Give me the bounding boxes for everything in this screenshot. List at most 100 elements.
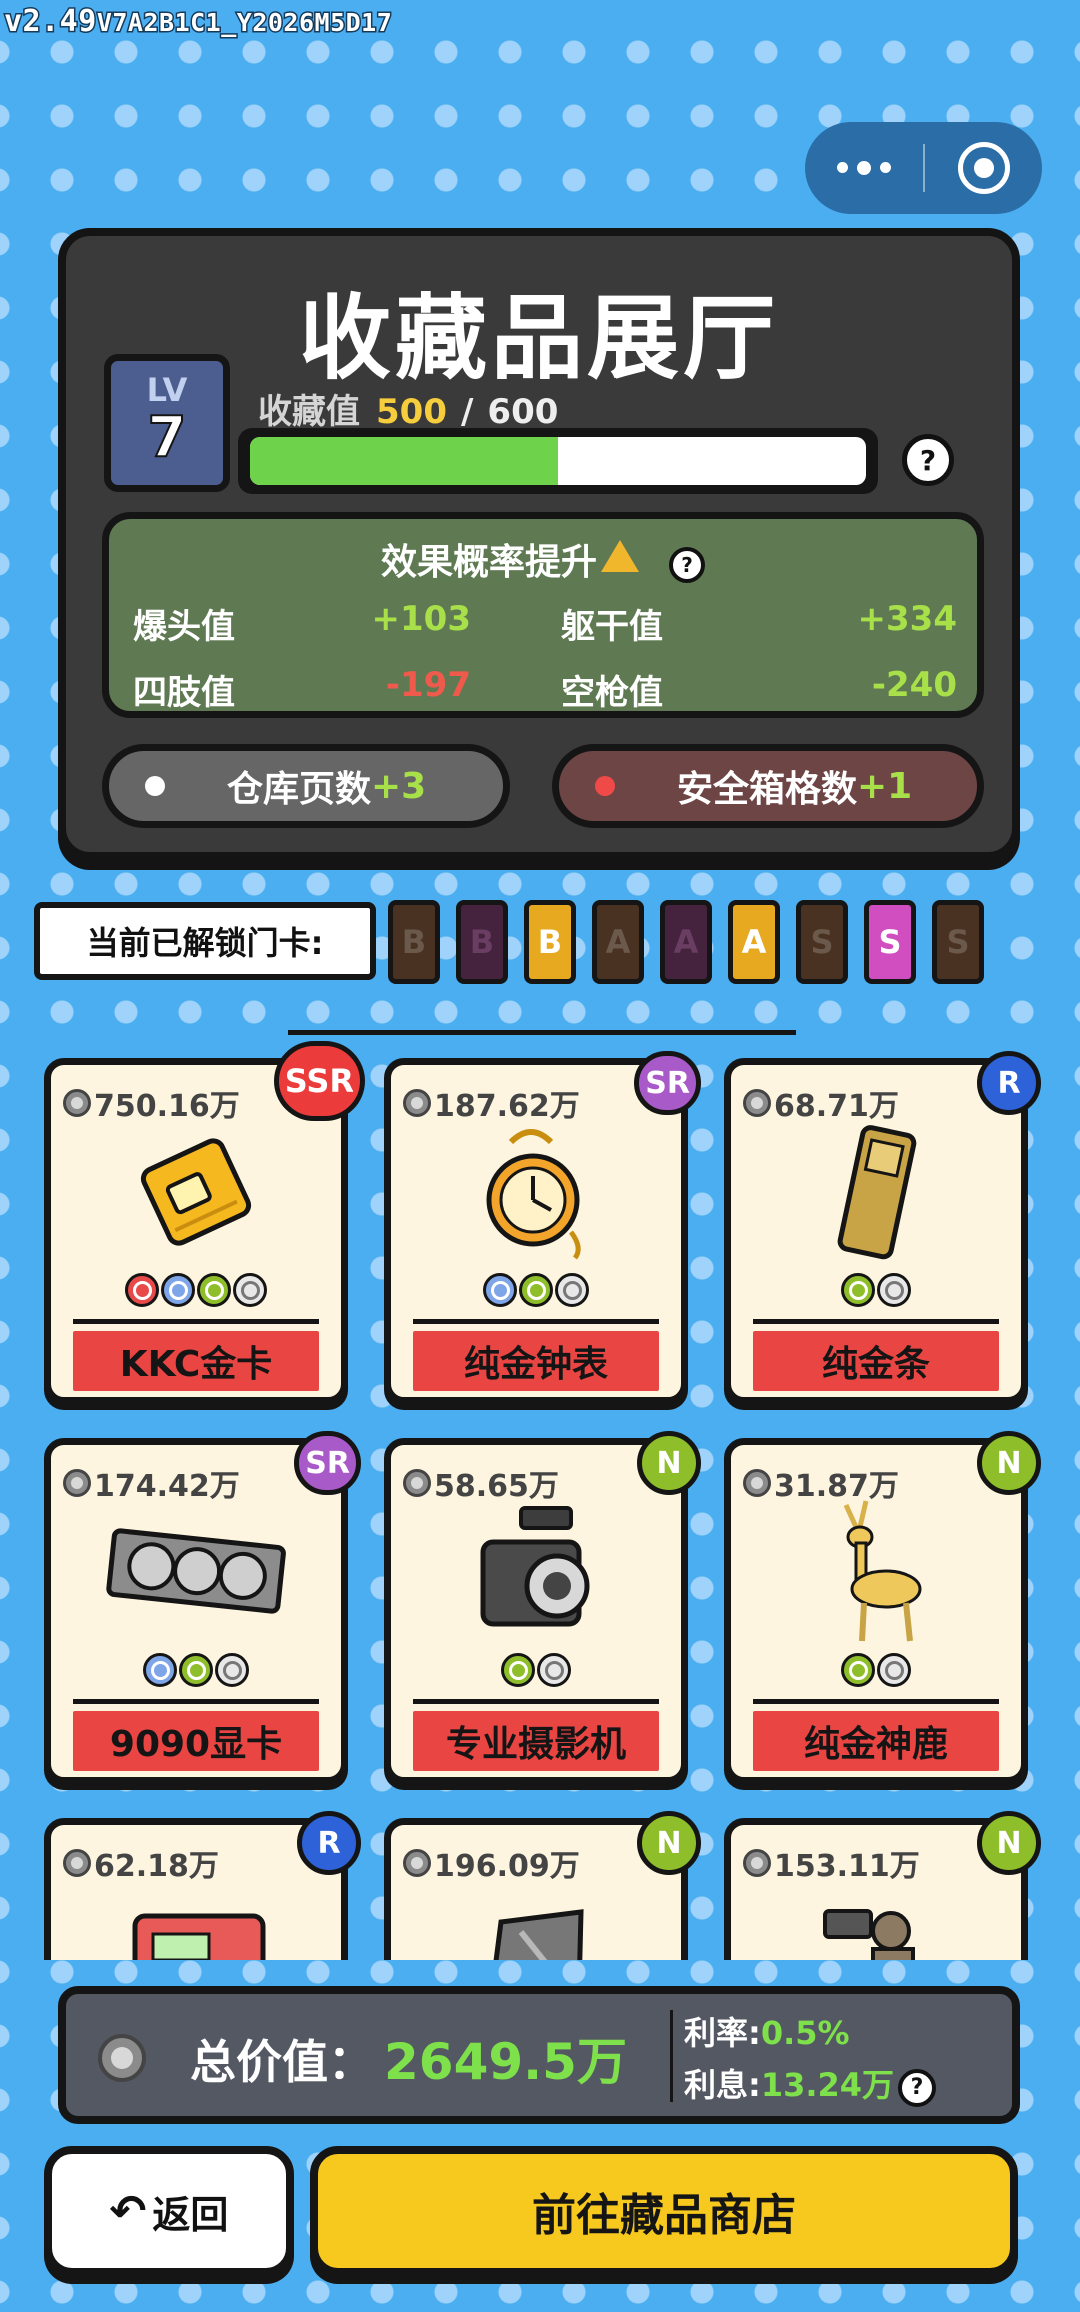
item-card[interactable]: 31.87万 N 纯金神鹿 <box>724 1431 1041 1784</box>
red-device-icon <box>51 1881 341 1960</box>
green-gem-icon <box>841 1653 875 1687</box>
coin-icon <box>743 1089 771 1117</box>
divider-line <box>288 1030 796 1035</box>
white-dot-icon <box>145 776 165 796</box>
coin-icon <box>743 1469 771 1497</box>
more-menu-icon[interactable] <box>805 160 923 175</box>
laptop-icon <box>391 1881 681 1960</box>
total-value-bar: 总价值： 2649.5万 利率:0.5% 利息:13.24万? <box>58 1986 1020 2124</box>
item-name: 纯金钟表 <box>413 1331 659 1391</box>
item-value: 62.18万 <box>63 1841 219 1885</box>
camera-statue-icon <box>731 1881 1021 1960</box>
rarity-badge: N <box>637 1431 701 1495</box>
storage-pages-pill: 仓库页数 +3 <box>102 744 510 828</box>
coin-icon <box>403 1849 431 1877</box>
white-gem-icon <box>555 1273 589 1307</box>
keycard-a: A <box>660 900 712 984</box>
item-card[interactable]: 62.18万 R <box>44 1811 361 1960</box>
item-value: 187.62万 <box>403 1081 580 1125</box>
item-card[interactable]: 750.16万 SSR KKC金卡 <box>44 1041 365 1404</box>
green-gem-icon <box>179 1653 213 1687</box>
item-value: 174.42万 <box>63 1461 240 1505</box>
item-card[interactable]: 58.65万 N 专业摄影机 <box>384 1431 701 1784</box>
red-gem-icon <box>125 1273 159 1307</box>
torso-value: +334 <box>857 599 957 639</box>
unlocked-keycards-label: 当前已解锁门卡: <box>34 902 376 980</box>
effect-help-icon[interactable]: ? <box>669 547 705 583</box>
item-card[interactable]: 153.11万 N <box>724 1811 1041 1960</box>
item-value: 68.71万 <box>743 1081 899 1125</box>
item-card[interactable]: 187.62万 SR 纯金钟表 <box>384 1051 701 1404</box>
gold-deer-icon <box>731 1500 1021 1643</box>
collection-grid[interactable]: 750.16万 SSR KKC金卡 187.62万 SR 纯金钟表 68.71万 R 纯金条 17… <box>0 1040 1080 1960</box>
keycard-a: A <box>728 900 780 984</box>
headshot-value: +103 <box>371 599 471 639</box>
white-gem-icon <box>215 1653 249 1687</box>
keycard-s: S <box>932 900 984 984</box>
total-divider <box>670 2010 673 2102</box>
version-label: v2.49V7A2B1C1_Y2026M5D17 <box>3 3 394 41</box>
attribute-gems <box>51 1653 341 1687</box>
collection-hall-panel: 收藏品展厅 LV 7 收藏值 500/600 ? 效果概率提升? 爆头值 +103… <box>58 228 1020 860</box>
go-to-shop-button[interactable]: 前往藏品商店 <box>310 2146 1018 2276</box>
coin-icon <box>63 1849 91 1877</box>
collection-help-icon[interactable]: ? <box>902 434 954 486</box>
interest-help-icon[interactable]: ? <box>898 2068 937 2107</box>
interest-value: 13.24万 <box>760 2066 895 2104</box>
attribute-gems <box>731 1273 1021 1307</box>
coin-icon <box>403 1469 431 1497</box>
rarity-badge: SR <box>294 1431 361 1495</box>
attribute-gems <box>391 1653 681 1687</box>
keycard-b: B <box>388 900 440 984</box>
total-value: 2649.5万 <box>384 2033 627 2091</box>
headshot-label: 爆头值 <box>133 607 235 647</box>
keycard-b: B <box>456 900 508 984</box>
rate-value: 0.5% <box>760 2014 850 2052</box>
torso-label: 躯干值 <box>561 607 663 647</box>
rarity-badge: SSR <box>273 1041 365 1121</box>
keycard-b: B <box>524 900 576 984</box>
green-gem-icon <box>197 1273 231 1307</box>
item-card[interactable]: 174.42万 SR 9090显卡 <box>44 1431 361 1784</box>
miss-label: 空枪值 <box>561 673 663 713</box>
collection-max: 600 <box>487 392 559 432</box>
keycard-a: A <box>592 900 644 984</box>
back-button[interactable]: ↶ 返回 <box>44 2146 294 2276</box>
white-gem-icon <box>877 1653 911 1687</box>
return-arrow-icon: ↶ <box>109 2185 147 2237</box>
progress-fill <box>250 437 558 485</box>
keycard-s: S <box>864 900 916 984</box>
close-miniprogram-icon[interactable] <box>925 142 1042 194</box>
safe-slots-pill: 安全箱格数 +1 <box>552 744 984 828</box>
collection-progress-bar <box>238 428 878 494</box>
graphics-card-icon <box>51 1501 341 1643</box>
item-card[interactable]: 68.71万 R 纯金条 <box>724 1051 1041 1404</box>
interest-row: 利息:13.24万? <box>684 2060 937 2107</box>
white-gem-icon <box>233 1273 267 1307</box>
item-name: KKC金卡 <box>73 1331 319 1391</box>
item-card[interactable]: 196.09万 N <box>384 1811 701 1960</box>
rarity-badge: SR <box>634 1051 701 1115</box>
item-value: 750.16万 <box>63 1081 240 1125</box>
blue-gem-icon <box>143 1653 177 1687</box>
collection-value-row: 收藏值 500/600 <box>258 392 559 432</box>
rarity-badge: R <box>977 1051 1041 1115</box>
miniprogram-capsule <box>805 122 1042 214</box>
rate-row: 利率:0.5% <box>684 2014 850 2052</box>
white-gem-icon <box>877 1273 911 1307</box>
rarity-badge: N <box>637 1811 701 1875</box>
blue-gem-icon <box>161 1273 195 1307</box>
level-badge: LV 7 <box>104 354 230 492</box>
item-name: 纯金条 <box>753 1331 999 1391</box>
gold-pocket-watch-icon <box>391 1121 681 1263</box>
keycard-list: BBBAAASSS <box>388 900 984 984</box>
white-gem-icon <box>537 1653 571 1687</box>
effect-box: 效果概率提升? 爆头值 +103 躯干值 +334 四肢值 -197 空枪值 -… <box>102 512 984 718</box>
total-value-label: 总价值： <box>190 2035 374 2089</box>
coin-icon <box>403 1089 431 1117</box>
coin-icon <box>63 1469 91 1497</box>
item-name: 9090显卡 <box>73 1711 319 1771</box>
video-camera-icon <box>391 1501 681 1643</box>
gold-bar-icon <box>731 1121 1021 1263</box>
item-value: 153.11万 <box>743 1841 920 1885</box>
